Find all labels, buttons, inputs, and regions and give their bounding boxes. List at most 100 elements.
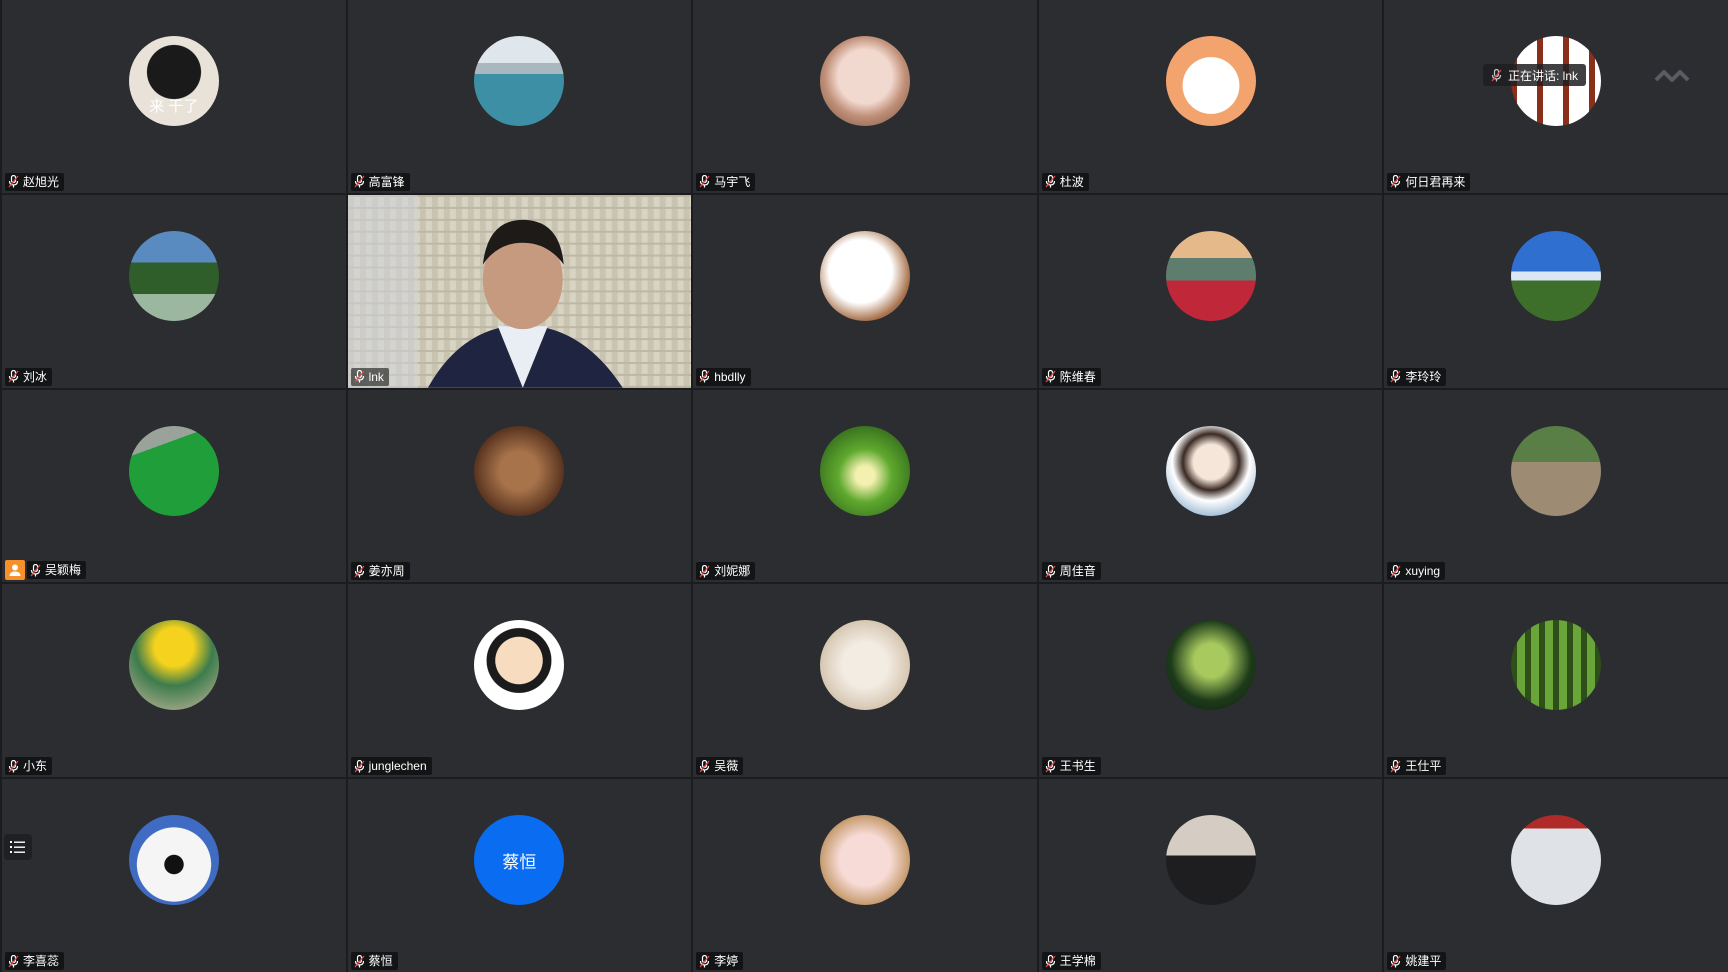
avatar-caption: 来 干了 bbox=[149, 98, 199, 115]
participant-name: 刘妮娜 bbox=[714, 564, 751, 579]
participant-video bbox=[347, 194, 692, 388]
name-badge-wrap: 李喜蕊 bbox=[5, 952, 65, 970]
name-badge-wrap: 陈维春 bbox=[1041, 367, 1101, 386]
participant-tile[interactable]: 姜亦周 bbox=[347, 389, 692, 583]
mic-muted-icon[interactable] bbox=[1390, 759, 1401, 773]
mic-muted-icon[interactable] bbox=[1390, 370, 1401, 383]
participant-tile[interactable]: hbdlly bbox=[693, 194, 1037, 388]
mic-muted-icon[interactable] bbox=[354, 370, 365, 383]
participant-name: 姚建平 bbox=[1405, 954, 1442, 968]
name-badge-wrap: lnk bbox=[350, 367, 389, 386]
participant-avatar bbox=[819, 36, 910, 126]
name-badge-wrap: 李婷 bbox=[696, 952, 744, 970]
participant-name: 李玲玲 bbox=[1405, 369, 1442, 384]
participant-list-button[interactable] bbox=[4, 834, 32, 860]
participant-name: 杜波 bbox=[1059, 174, 1084, 189]
speaking-label: 正在讲话: lnk bbox=[1508, 68, 1579, 83]
mic-muted-icon[interactable] bbox=[8, 370, 19, 383]
participant-name-badge: 周佳音 bbox=[1041, 562, 1101, 581]
participant-tile[interactable]: 陈维春 bbox=[1038, 194, 1383, 388]
participant-tile[interactable]: 王书生 bbox=[1038, 584, 1383, 778]
participant-tile[interactable]: 李喜蕊 bbox=[2, 779, 346, 972]
mic-muted-icon[interactable] bbox=[8, 759, 19, 773]
participant-avatar bbox=[1511, 815, 1602, 906]
participant-name-badge: 吴薇 bbox=[696, 757, 744, 776]
participant-avatar bbox=[819, 620, 910, 711]
name-badge-wrap: 马宇飞 bbox=[696, 172, 756, 191]
participant-tile[interactable]: 李玲玲 bbox=[1384, 194, 1728, 388]
mic-muted-icon[interactable] bbox=[1390, 954, 1401, 968]
participant-tile[interactable]: junglechen bbox=[347, 584, 692, 778]
participant-name: 刘冰 bbox=[23, 369, 48, 384]
participant-name-badge: 小东 bbox=[5, 757, 53, 776]
participant-tile[interactable]: 蔡恒 蔡恒 bbox=[347, 779, 692, 972]
participant-name: 王书生 bbox=[1059, 759, 1096, 774]
mic-muted-icon[interactable] bbox=[699, 564, 710, 578]
name-badge-wrap: 姜亦周 bbox=[350, 562, 410, 581]
participant-tile[interactable]: 来 干了赵旭光 bbox=[2, 0, 346, 193]
mic-muted-icon[interactable] bbox=[1045, 759, 1056, 773]
participant-avatar bbox=[1511, 230, 1602, 321]
participant-name-badge: hbdlly bbox=[696, 367, 751, 386]
participant-name: 马宇飞 bbox=[714, 174, 751, 189]
participant-tile[interactable]: 何日君再来 bbox=[1384, 0, 1728, 193]
mic-muted-icon[interactable] bbox=[699, 954, 710, 968]
name-badge-wrap: 高富锋 bbox=[350, 172, 410, 191]
mic-muted-icon[interactable] bbox=[354, 564, 365, 578]
name-badge-wrap: 吴颖梅 bbox=[5, 560, 87, 581]
participant-tile[interactable]: 刘妮娜 bbox=[693, 389, 1037, 583]
list-icon bbox=[10, 841, 25, 853]
mic-muted-icon[interactable] bbox=[699, 759, 710, 773]
mic-muted-icon[interactable] bbox=[1045, 564, 1056, 578]
participant-tile[interactable]: 周佳音 bbox=[1038, 389, 1383, 583]
participant-name-badge: 赵旭光 bbox=[5, 172, 65, 191]
participant-name: hbdlly bbox=[714, 369, 746, 384]
participant-name: 何日君再来 bbox=[1405, 174, 1466, 189]
mic-muted-icon[interactable] bbox=[8, 954, 19, 968]
mic-muted-icon[interactable] bbox=[354, 759, 365, 773]
participant-tile[interactable]: xuying bbox=[1384, 389, 1728, 583]
participant-tile[interactable]: 李婷 bbox=[693, 779, 1037, 972]
participant-tile[interactable]: 吴颖梅 bbox=[2, 389, 346, 583]
participant-name-badge: 王仕平 bbox=[1387, 757, 1447, 776]
mic-muted-icon[interactable] bbox=[1045, 954, 1056, 968]
participant-avatar bbox=[1511, 425, 1602, 516]
participant-name-badge: 姜亦周 bbox=[350, 562, 410, 581]
participant-tile[interactable]: 姚建平 bbox=[1384, 779, 1728, 972]
participant-name-badge: 刘冰 bbox=[5, 367, 53, 386]
mic-muted-icon[interactable] bbox=[354, 954, 365, 968]
name-badge-wrap: 吴薇 bbox=[696, 757, 744, 776]
participant-tile[interactable]: 杜波 bbox=[1038, 0, 1383, 193]
participant-name-badge: 吴颖梅 bbox=[27, 561, 87, 580]
mic-muted-icon[interactable] bbox=[30, 563, 41, 577]
participant-tile[interactable]: lnk bbox=[347, 194, 692, 388]
participant-tile[interactable]: 小东 bbox=[2, 584, 346, 778]
participant-name: 赵旭光 bbox=[23, 174, 60, 189]
participant-name: 高富锋 bbox=[368, 174, 405, 189]
name-badge-wrap: 小东 bbox=[5, 757, 53, 776]
participant-name-badge: 何日君再来 bbox=[1387, 172, 1471, 191]
participant-tile[interactable]: 高富锋 bbox=[347, 0, 692, 193]
participant-avatar: 蔡恒 bbox=[474, 815, 565, 906]
participant-tile[interactable]: 王仕平 bbox=[1384, 584, 1728, 778]
mic-muted-icon[interactable] bbox=[1045, 370, 1056, 383]
participant-tile[interactable]: 吴薇 bbox=[693, 584, 1037, 778]
mic-muted-icon[interactable] bbox=[1390, 175, 1401, 188]
participant-avatar bbox=[819, 230, 910, 321]
mic-muted-icon[interactable] bbox=[354, 175, 365, 188]
participant-name-badge: 王学棉 bbox=[1041, 952, 1101, 970]
mic-muted-icon[interactable] bbox=[8, 175, 19, 188]
mic-muted-icon[interactable] bbox=[699, 175, 710, 188]
participant-avatar bbox=[474, 36, 565, 126]
participant-tile[interactable]: 王学棉 bbox=[1038, 779, 1383, 972]
participant-tile[interactable]: 刘冰 bbox=[2, 194, 346, 388]
participant-name-badge: 李婷 bbox=[696, 952, 744, 970]
name-badge-wrap: 刘妮娜 bbox=[696, 562, 756, 581]
mic-muted-icon[interactable] bbox=[1045, 175, 1056, 188]
participant-tile[interactable]: 马宇飞 bbox=[693, 0, 1037, 193]
name-badge-wrap: 赵旭光 bbox=[5, 172, 65, 191]
participant-avatar bbox=[128, 815, 219, 906]
mic-muted-icon[interactable] bbox=[699, 370, 710, 383]
participant-name: 吴薇 bbox=[714, 759, 739, 774]
mic-muted-icon[interactable] bbox=[1390, 564, 1401, 578]
